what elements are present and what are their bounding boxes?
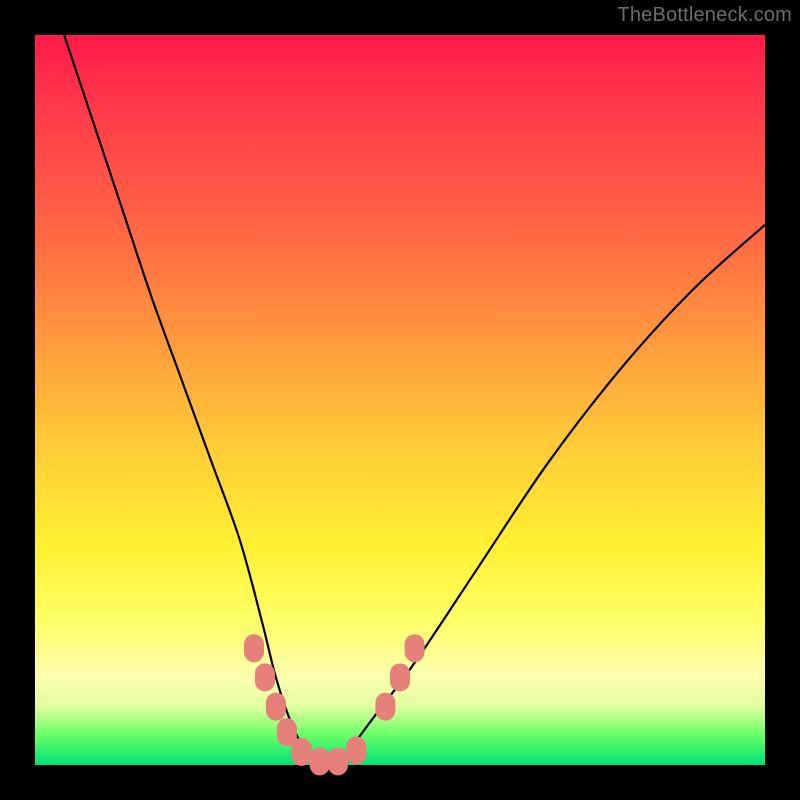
watermark-label: TheBottleneck.com (617, 4, 792, 27)
marker-point (346, 736, 366, 764)
marker-point (405, 634, 425, 662)
chart-frame: TheBottleneck.com (0, 0, 800, 800)
plot-area (35, 35, 765, 765)
marker-point (310, 747, 330, 775)
marker-point (255, 663, 275, 691)
marker-point (328, 747, 348, 775)
marker-cluster-right (375, 634, 424, 720)
marker-point (266, 693, 286, 721)
marker-point (375, 693, 395, 721)
marker-cluster-left (244, 634, 366, 775)
marker-point (390, 663, 410, 691)
marker-point (244, 634, 264, 662)
marker-point (291, 738, 311, 766)
chart-svg (35, 35, 765, 765)
